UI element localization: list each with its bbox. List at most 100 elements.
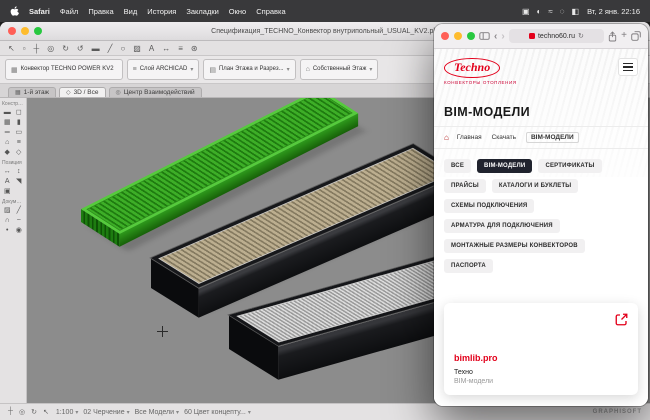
undo-icon[interactable]: ↺ [77, 44, 84, 53]
filter-prices[interactable]: ПРАЙСЫ [444, 179, 486, 193]
share-icon[interactable] [608, 31, 617, 42]
tab-interaction-center[interactable]: ◎ Центр Взаимодействий [109, 87, 202, 97]
techno-logo[interactable]: Techno КОНВЕКТОРЫ ОТОПЛЕНИЯ [444, 58, 517, 85]
filter-connection-schemes[interactable]: СХЕМЫ ПОДКЛЮЧЕНИЯ [444, 199, 534, 213]
beam-tool-icon[interactable]: ═ [2, 128, 13, 137]
toolbox-section-construct[interactable]: Конструирование [0, 98, 26, 108]
slab-tool-icon[interactable]: ▭ [14, 128, 25, 137]
arrow-tool-icon[interactable]: ↖ [8, 44, 15, 53]
line-tool-icon[interactable]: ╱ [14, 206, 25, 215]
window-tool-icon[interactable]: ▦ [2, 118, 13, 127]
close-button[interactable] [8, 27, 16, 35]
hamburger-menu-button[interactable] [618, 58, 638, 76]
infobox-home-story[interactable]: ⌂ Собственный Этаж ▾ [300, 59, 379, 80]
camera-tool-icon[interactable]: ◉ [14, 226, 25, 235]
line-tool-icon[interactable]: ╱ [108, 44, 113, 53]
model-view-dropdown[interactable]: Все Модели ▾ [135, 409, 179, 416]
door-tool-icon[interactable]: ◻ [14, 108, 25, 117]
breadcrumb-current[interactable]: BIM-МОДЕЛИ [526, 132, 579, 143]
text-tool-icon[interactable]: A [2, 177, 13, 186]
forward-button[interactable]: › [501, 31, 504, 42]
object-tool-icon[interactable]: ◆ [2, 148, 13, 157]
back-button[interactable]: ‹ [494, 31, 497, 42]
menubar-item[interactable]: Справка [256, 7, 285, 16]
wall-tool-icon[interactable]: ▬ [2, 108, 13, 117]
infobox-layer[interactable]: ≡ Слой ARCHICAD ▾ [127, 59, 200, 80]
pan-icon[interactable]: ┼ [8, 408, 13, 416]
infobox-selected-element[interactable]: ▦ Конвектор TECHNO POWER KV2 [5, 59, 123, 80]
column-tool-icon[interactable]: ▮ [14, 118, 25, 127]
pen-set-dropdown[interactable]: 02 Черчение ▾ [83, 409, 129, 416]
minimize-button[interactable] [454, 32, 462, 40]
orbit-icon[interactable]: ↻ [31, 408, 37, 416]
zoom-fit-icon[interactable]: ◎ [19, 408, 25, 416]
wall-tool-icon[interactable]: ▬ [92, 44, 100, 53]
zoom-icon[interactable]: ◎ [47, 44, 54, 53]
sidebar-icon[interactable] [479, 32, 490, 40]
card-site-link[interactable]: bimlib.pro [454, 353, 628, 363]
settings-icon[interactable]: ⊛ [191, 44, 198, 53]
dimension-tool-icon[interactable]: ↔ [162, 44, 170, 53]
external-link-icon[interactable] [614, 312, 629, 327]
menubar-item[interactable]: История [147, 7, 176, 16]
keyboard-brightness-icon[interactable]: ◐ [537, 7, 542, 16]
tab-overview-icon[interactable] [631, 31, 641, 41]
text-tool-icon[interactable]: A [149, 44, 154, 53]
wifi-icon[interactable]: ≈ [548, 7, 552, 16]
marquee-tool-icon[interactable]: ▫ [23, 44, 26, 53]
bimlib-card[interactable]: bimlib.pro Техно BIM-модели [444, 303, 638, 395]
fill-tool-icon[interactable]: ▨ [133, 44, 141, 53]
filter-certificates[interactable]: СЕРТИФИКАТЫ [538, 159, 601, 173]
orbit-icon[interactable]: ↻ [62, 44, 69, 53]
stair-tool-icon[interactable]: ≡ [14, 138, 25, 147]
scale-dropdown[interactable]: 1:100 ▾ [56, 409, 79, 416]
zoom-button[interactable] [34, 27, 42, 35]
tab-3d-all[interactable]: ◇ 3D / Все [59, 87, 106, 97]
graphic-override-dropdown[interactable]: 60 Цвет концепту... ▾ [184, 409, 251, 416]
arc-tool-icon[interactable]: ∩ [2, 216, 13, 225]
menubar-clock[interactable]: Вт, 2 янв. 22:16 [587, 7, 640, 16]
breadcrumb-download-link[interactable]: Скачать [492, 134, 516, 141]
fill-tool-icon[interactable]: ▨ [2, 206, 13, 215]
menubar-item[interactable]: Файл [60, 7, 78, 16]
menubar-item[interactable]: Окно [229, 7, 246, 16]
close-button[interactable] [441, 32, 449, 40]
filter-passports[interactable]: ПАСПОРТА [444, 259, 493, 273]
pan-icon[interactable]: ┼ [34, 44, 40, 53]
search-icon[interactable]: ◌ [560, 7, 565, 16]
roof-tool-icon[interactable]: ⌂ [2, 138, 13, 147]
explore-icon[interactable]: ↖ [43, 408, 49, 416]
infobox-floor-plan-display[interactable]: ▤ План Этажа и Разрез... ▾ [203, 59, 295, 80]
menubar-item[interactable]: Правка [88, 7, 113, 16]
address-bar[interactable]: techno60.ru ↻ [509, 29, 604, 43]
filter-catalogs[interactable]: КАТАЛОГИ И БУКЛЕТЫ [492, 179, 579, 193]
toolbox-section-document[interactable]: Документирование [0, 196, 26, 206]
tab-first-floor[interactable]: ▦ 1-й этаж [8, 87, 56, 97]
home-icon[interactable]: ⌂ [444, 134, 449, 142]
menubar-item[interactable]: Вид [124, 7, 138, 16]
toolbox-section-position[interactable]: Позиция [0, 157, 26, 167]
menubar-app-name[interactable]: Safari [29, 7, 50, 16]
reload-icon[interactable]: ↻ [578, 32, 584, 40]
menubar-item[interactable]: Закладки [186, 7, 218, 16]
filter-mounting-sizes[interactable]: МОНТАЖНЫЕ РАЗМЕРЫ КОНВЕКТОРОВ [444, 239, 585, 253]
filter-bim-models[interactable]: BIM-МОДЕЛИ [477, 159, 532, 173]
minimize-button[interactable] [21, 27, 29, 35]
control-center-icon[interactable]: ◧ [572, 7, 580, 16]
circle-tool-icon[interactable]: ○ [120, 44, 125, 53]
spline-tool-icon[interactable]: ~ [14, 216, 25, 225]
label-tool-icon[interactable]: ◥ [14, 177, 25, 186]
zone-tool-icon[interactable]: ▣ [2, 187, 13, 196]
display-icon[interactable]: ▣ [522, 7, 530, 16]
breadcrumb-home-link[interactable]: Главная [457, 134, 482, 141]
new-tab-icon[interactable]: + [621, 31, 627, 41]
apple-menu[interactable] [10, 6, 19, 17]
filter-connection-fittings[interactable]: АРМАТУРА ДЛЯ ПОДКЛЮЧЕНИЯ [444, 219, 560, 233]
layers-icon[interactable]: ≡ [178, 44, 183, 53]
dimension-tool-icon[interactable]: ↔ [2, 167, 13, 176]
level-dimension-tool-icon[interactable]: ↕ [14, 167, 25, 176]
filter-all[interactable]: ВСЕ [444, 159, 471, 173]
point-tool-icon[interactable]: • [2, 226, 13, 235]
zoom-button[interactable] [467, 32, 475, 40]
morph-tool-icon[interactable]: ◇ [14, 148, 25, 157]
